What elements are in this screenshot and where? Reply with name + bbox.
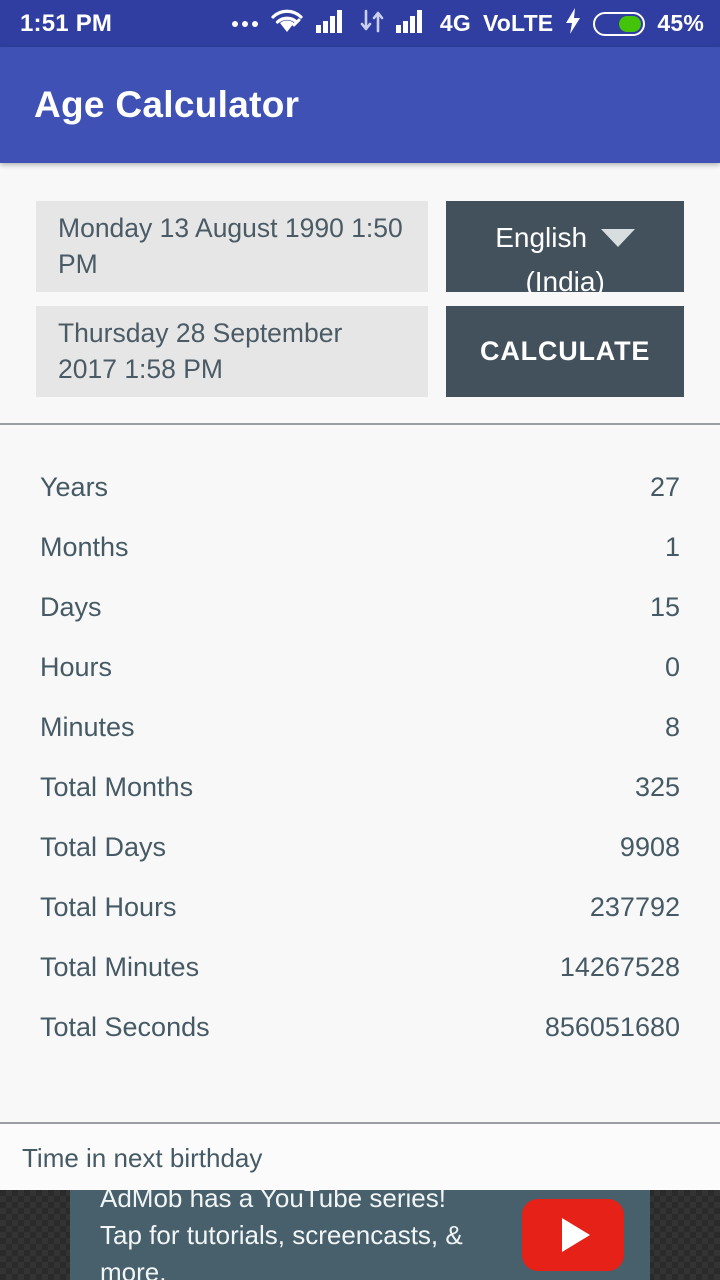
network-type-label: 4G (439, 10, 471, 36)
footer-section: Time in next birthday AdMob has a YouTub… (0, 1122, 720, 1280)
data-transfer-icon (360, 9, 384, 38)
result-value: 325 (634, 771, 680, 802)
chevron-down-icon (601, 228, 636, 247)
result-value: 237792 (589, 891, 680, 922)
input-panel: Monday 13 August 1990 1:50 PM Thursday 2… (0, 163, 720, 423)
result-row: Total Days 9908 (40, 817, 680, 877)
language-dropdown-row1: English (495, 216, 636, 260)
wifi-icon (270, 8, 304, 39)
result-value: 15 (649, 591, 680, 622)
signal-bars-2-icon (395, 9, 428, 38)
result-value: 0 (664, 651, 680, 682)
signal-bars-icon (315, 9, 348, 38)
target-date-field[interactable]: Thursday 28 September 2017 1:58 PM (36, 306, 429, 397)
result-label: Years (40, 471, 109, 502)
ad-line-2: Tap for tutorials, screencasts, & more. (100, 1219, 463, 1280)
result-value: 856051680 (544, 1011, 680, 1042)
calculate-button[interactable]: CALCULATE (446, 306, 684, 397)
more-dots-icon (231, 20, 258, 27)
app-root: 1:51 PM 4G VoLTE 45% Age Calculator Mond… (0, 0, 720, 1280)
result-label: Total Seconds (40, 1011, 210, 1042)
result-row: Total Hours 237792 (40, 877, 680, 937)
ad-banner[interactable]: AdMob has a YouTube series! Tap for tuto… (0, 1190, 720, 1280)
language-label: English (495, 221, 588, 253)
result-row: Total Minutes 14267528 (40, 937, 680, 997)
birth-date-field[interactable]: Monday 13 August 1990 1:50 PM (36, 201, 429, 292)
battery-icon (593, 11, 646, 36)
result-value: 14267528 (559, 951, 680, 982)
results-list: Years 27 Months 1 Days 15 Hours 0 Minute… (0, 425, 720, 1122)
result-row: Years 27 (40, 457, 680, 517)
charging-bolt-icon (565, 8, 581, 39)
result-label: Total Days (40, 831, 167, 862)
result-label: Days (40, 591, 102, 622)
result-row: Total Seconds 856051680 (40, 997, 680, 1057)
result-row: Hours 0 (40, 637, 680, 697)
result-row: Months 1 (40, 517, 680, 577)
status-bar: 1:51 PM 4G VoLTE 45% (0, 0, 720, 47)
volte-label: VoLTE (482, 10, 554, 36)
result-label: Total Months (40, 771, 194, 802)
result-row: Minutes 8 (40, 697, 680, 757)
ad-content[interactable]: AdMob has a YouTube series! Tap for tuto… (70, 1190, 650, 1280)
language-dropdown[interactable]: English (India) (446, 201, 684, 292)
result-label: Total Hours (40, 891, 177, 922)
result-label: Hours (40, 651, 113, 682)
result-label: Total Minutes (40, 951, 200, 982)
actions-column: English (India) CALCULATE (446, 201, 684, 397)
date-fields-column: Monday 13 August 1990 1:50 PM Thursday 2… (36, 201, 429, 397)
result-value: 1 (664, 531, 680, 562)
status-clock: 1:51 PM (20, 9, 113, 37)
result-row: Total Months 325 (40, 757, 680, 817)
result-value: 9908 (619, 831, 680, 862)
youtube-play-icon[interactable] (522, 1199, 624, 1271)
page-title: Age Calculator (34, 84, 300, 125)
language-region-label: (India) (525, 265, 605, 293)
next-birthday-label: Time in next birthday (0, 1124, 720, 1190)
result-value: 8 (664, 711, 680, 742)
result-value: 27 (649, 471, 680, 502)
result-row: Days 15 (40, 577, 680, 637)
result-label: Minutes (40, 711, 135, 742)
result-label: Months (40, 531, 129, 562)
app-bar: Age Calculator (0, 47, 720, 163)
ad-line-1: AdMob has a YouTube series! (100, 1190, 446, 1213)
play-triangle-icon (562, 1218, 590, 1252)
status-icons: 4G VoLTE 45% (231, 8, 704, 39)
battery-percent-label: 45% (657, 10, 704, 36)
language-dropdown-content: English (India) (495, 216, 636, 293)
ad-text: AdMob has a YouTube series! Tap for tuto… (100, 1190, 522, 1280)
